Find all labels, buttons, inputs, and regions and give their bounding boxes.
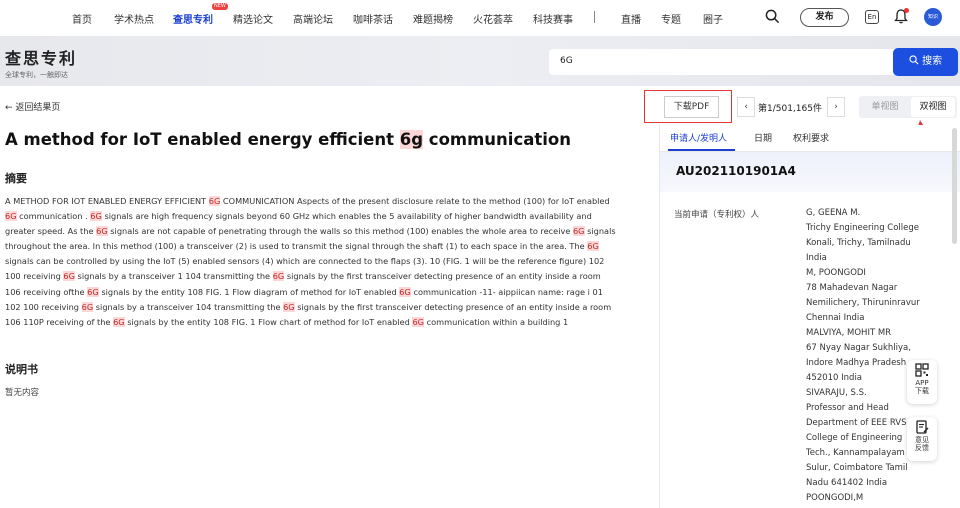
nav-patents[interactable]: 查思专利	[173, 11, 213, 26]
abstract-segment: COMMUNICATION Aspects of the present dis…	[220, 196, 610, 206]
nav-live[interactable]: 直播	[621, 11, 641, 26]
applicant-line: India	[806, 253, 827, 263]
view-toggle: 单视图 双视图	[859, 96, 957, 118]
applicant-line: M, POONGODI	[806, 268, 866, 278]
abstract-text: A METHOD FOR IOT ENABLED ENERGY EFFICIEN…	[5, 194, 617, 330]
single-view-button[interactable]: 单视图	[859, 96, 911, 118]
abstract-segment: signals by a transceiver 104 transmittin…	[93, 301, 284, 312]
applicant-line: 78 Mahadevan Nagar	[806, 283, 898, 293]
abstract-segment: signals by a transceiver 1 104 transmitt…	[74, 271, 273, 282]
abstract-segment: signals by the entity 108 FIG. 1 Flow di…	[98, 286, 400, 297]
nav-papers[interactable]: 精选论文	[233, 11, 273, 26]
description-empty: 暂无内容	[5, 388, 40, 398]
nav-coffee[interactable]: 咖啡茶话	[353, 11, 393, 26]
applicant-line: Nemilichery, Thiruninravur	[806, 298, 920, 308]
patent-title: A method for IoT enabled energy efficien…	[5, 130, 571, 149]
search-value: 6G	[560, 56, 573, 66]
publication-header: AU2021101901A4	[660, 152, 960, 192]
nav-divider	[594, 11, 595, 23]
qr-code-icon	[915, 363, 929, 377]
chevron-left-icon[interactable]: ‹	[737, 97, 755, 117]
keyword-highlight: 6G	[90, 211, 102, 222]
applicant-list: G, GEENA M. Trichy Engineering College Kon…	[806, 206, 931, 506]
abstract-heading: 摘要	[5, 172, 27, 185]
app-download-widget[interactable]: APP 下载	[907, 360, 937, 404]
applicant-line: 67 Nyay Nagar Sukhliya,	[806, 343, 911, 353]
tab-applicants[interactable]: 申请人/发明人	[670, 131, 727, 144]
double-view-button[interactable]: 双视图	[911, 97, 955, 117]
keyword-highlight: 6G	[87, 286, 99, 297]
applicant-line: POONGODI,M	[806, 493, 864, 503]
abstract-segment: signals by the entity 108 FIG. 1 Flow ch…	[124, 316, 413, 327]
keyword-highlight: 6G	[572, 226, 585, 237]
keyword-highlight: 6G	[412, 316, 424, 327]
language-button[interactable]: En	[865, 10, 879, 24]
search-icon[interactable]	[765, 9, 780, 24]
keyword-highlight: 6G	[399, 286, 411, 297]
applicant-line: Chennai India	[806, 313, 865, 323]
search-input[interactable]: 6G	[549, 49, 899, 75]
nav-contests[interactable]: 科技赛事	[533, 11, 573, 26]
publish-button[interactable]: 发布	[800, 8, 849, 27]
applicant-line: G, GEENA M.	[806, 208, 861, 218]
applicant-label: 当前申请（专利权）人	[674, 210, 760, 220]
nav-home[interactable]: 首页	[72, 11, 92, 26]
panel-scrollbar[interactable]	[952, 128, 957, 244]
feedback-widget[interactable]: 意见 反馈	[907, 417, 937, 461]
abstract-segment: signals are not capable of penetrating t…	[107, 226, 573, 237]
nav-hot-topics[interactable]: 学术热点	[114, 11, 154, 26]
notification-dot	[904, 8, 909, 13]
new-badge: NEW	[212, 3, 228, 10]
keyword-highlight: 6G	[272, 271, 285, 282]
keyword-highlight: 6G	[283, 301, 295, 312]
tab-claims[interactable]: 权利要求	[793, 131, 829, 144]
applicant-line: Trichy Engineering College	[806, 223, 920, 233]
arrow-left-icon: ←	[5, 103, 13, 113]
feedback-icon	[916, 420, 929, 434]
applicant-line: Nadu 641402 India	[806, 478, 888, 488]
keyword-highlight: 6G	[113, 316, 125, 327]
nav-circles[interactable]: 圈子	[703, 11, 723, 26]
keyword-highlight: 6G	[587, 241, 599, 252]
search-button[interactable]: 搜索	[893, 48, 958, 76]
banner-subtitle: 全球专利，一触即达	[5, 71, 68, 79]
nav-challenges[interactable]: 难题揭榜	[413, 11, 453, 26]
nav-forums[interactable]: 高端论坛	[293, 11, 333, 26]
abstract-segment: communication .	[16, 211, 91, 222]
nav-sparks[interactable]: 火花荟萃	[473, 11, 513, 26]
banner-title: 查思专利	[5, 49, 78, 68]
applicant-line: Sulur, Coimbatore Tamil	[806, 463, 908, 473]
avatar[interactable]: 知识	[924, 8, 942, 26]
keyword-highlight: 6G	[81, 301, 94, 312]
publication-number: AU2021101901A4	[676, 164, 796, 178]
top-nav: 首页 学术热点 查思专利 NEW 精选论文 高端论坛 咖啡茶话 难题揭榜 火花荟…	[0, 0, 960, 36]
search-icon	[909, 55, 919, 65]
abstract-segment: communication within a building 1	[424, 316, 569, 327]
chevron-right-icon[interactable]: ›	[827, 97, 845, 117]
keyword-highlight: 6G	[208, 196, 221, 206]
back-to-results-link[interactable]: ← 返回结果页	[5, 100, 60, 113]
pager-count: 第1/501,165件	[758, 104, 822, 114]
keyword-highlight: 6G	[96, 226, 108, 237]
download-pdf-button[interactable]: 下载PDF	[664, 96, 719, 118]
nav-topics[interactable]: 专题	[661, 11, 681, 26]
description-heading: 说明书	[5, 363, 38, 376]
applicant-line: MALVIYA, MOHIT MR	[806, 328, 892, 338]
keyword-highlight: 6G	[5, 211, 17, 222]
tab-dates[interactable]: 日期	[754, 131, 772, 144]
keyword-highlight: 6G	[63, 271, 75, 282]
abstract-segment: A METHOD FOR IOT ENABLED ENERGY EFFICIEN…	[5, 196, 209, 206]
applicant-line: Konali, Trichy, Tamilnadu	[806, 238, 911, 248]
